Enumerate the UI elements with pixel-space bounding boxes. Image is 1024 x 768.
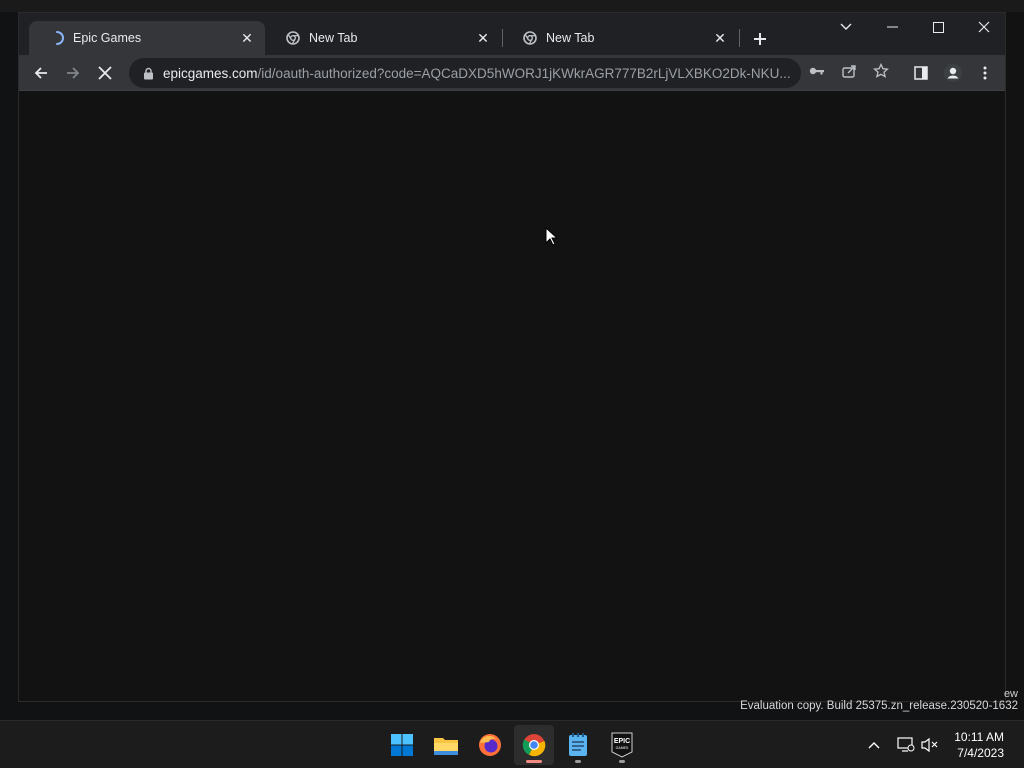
epic-games-logo-icon: EPICGAMES	[611, 732, 633, 758]
page-content-blank	[19, 91, 1005, 701]
plus-icon	[754, 33, 766, 45]
tab-search-button[interactable]	[823, 13, 869, 41]
stop-loading-button[interactable]	[89, 57, 121, 89]
windows-logo-icon	[391, 734, 413, 756]
show-hidden-icons-chevron-up-icon[interactable]	[864, 735, 884, 755]
bookmark-star-icon[interactable]	[872, 62, 890, 80]
watermark-fragment: ew	[1003, 688, 1018, 700]
chrome-icon	[522, 30, 538, 46]
epic-games-launcher-button[interactable]: EPIC GAMES	[602, 725, 642, 765]
tab-epic-games[interactable]: Epic Games ✕	[29, 21, 265, 55]
close-icon	[978, 21, 990, 33]
svg-text:EPIC: EPIC	[614, 738, 630, 745]
password-key-icon[interactable]	[808, 62, 826, 80]
forward-button[interactable]	[57, 57, 89, 89]
network-monitor-icon[interactable]	[896, 735, 916, 755]
profile-button[interactable]	[937, 57, 969, 89]
tab-new-tab-1[interactable]: New Tab ✕	[265, 21, 501, 55]
volume-muted-icon[interactable]	[920, 735, 940, 755]
close-window-button[interactable]	[961, 13, 1007, 41]
tab-close-icon[interactable]: ✕	[239, 30, 255, 46]
url-path: /id/oauth-authorized?code=AQCaDXD5hWORJ1…	[257, 65, 791, 81]
running-indicator	[619, 760, 625, 763]
chrome-icon	[285, 30, 301, 46]
desktop-right-edge	[1006, 12, 1024, 720]
system-clock[interactable]: 10:11 AM 7/4/2023	[954, 729, 1004, 761]
stop-x-icon	[98, 66, 112, 80]
tab-title: New Tab	[309, 31, 358, 45]
maximize-icon	[932, 21, 944, 33]
tab-strip: Epic Games ✕ New Tab ✕ New Tab ✕	[19, 13, 1005, 55]
address-bar[interactable]: epicgames.com/id/oauth-authorized?code=A…	[129, 58, 801, 88]
clock-date: 7/4/2023	[957, 746, 1004, 760]
running-indicator	[575, 760, 581, 763]
minimize-button[interactable]	[869, 13, 915, 41]
firefox-icon	[479, 734, 501, 756]
notepad-button[interactable]	[558, 725, 598, 765]
loading-spinner-icon	[49, 30, 65, 46]
chevron-down-icon	[840, 23, 852, 30]
arrow-left-icon	[34, 67, 47, 79]
side-panel-button[interactable]	[905, 57, 937, 89]
start-button[interactable]	[382, 725, 422, 765]
active-indicator	[526, 760, 542, 763]
lock-icon[interactable]	[141, 66, 155, 80]
browser-menu-button[interactable]	[969, 57, 1001, 89]
browser-toolbar: epicgames.com/id/oauth-authorized?code=A…	[19, 55, 1005, 91]
notepad-icon	[569, 733, 587, 756]
taskbar: EPIC GAMES 10:11 AM 7/4/2023	[0, 720, 1024, 768]
back-button[interactable]	[25, 57, 57, 89]
kebab-menu-icon	[983, 66, 987, 80]
minimize-icon	[886, 26, 898, 28]
clock-time: 10:11 AM	[954, 730, 1004, 744]
tab-title: New Tab	[546, 31, 595, 45]
new-tab-button[interactable]	[747, 26, 773, 52]
tab-close-icon[interactable]: ✕	[712, 30, 728, 46]
folder-icon	[434, 738, 458, 755]
chrome-logo-icon	[522, 734, 546, 757]
tab-separator	[739, 29, 740, 47]
url-text: epicgames.com/id/oauth-authorized?code=A…	[163, 66, 793, 81]
tab-new-tab-2[interactable]: New Tab ✕	[502, 21, 738, 55]
mouse-cursor-icon	[545, 226, 559, 251]
tab-title: Epic Games	[73, 31, 142, 45]
maximize-button[interactable]	[915, 13, 961, 41]
evaluation-watermark: Evaluation copy. Build 25375.zn_release.…	[740, 700, 1018, 712]
desktop-top-strip	[0, 0, 1024, 12]
url-host: epicgames.com	[163, 65, 258, 81]
arrow-right-icon	[67, 67, 80, 79]
svg-text:GAMES: GAMES	[616, 746, 629, 750]
chrome-taskbar-button[interactable]	[514, 725, 554, 765]
tab-close-icon[interactable]: ✕	[475, 30, 491, 46]
avatar-icon	[944, 64, 962, 82]
browser-window: Epic Games ✕ New Tab ✕ New Tab ✕ epicgam…	[18, 12, 1006, 702]
share-icon[interactable]	[840, 62, 858, 80]
side-panel-icon	[914, 66, 928, 80]
file-explorer-button[interactable]	[426, 725, 466, 765]
firefox-button[interactable]	[470, 725, 510, 765]
